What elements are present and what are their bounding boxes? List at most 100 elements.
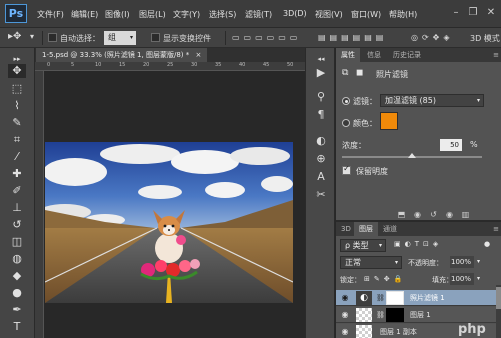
panel-dock-strip: ◂◂ ▶ ⚲ ¶ ◐ ⊕ A ✂ <box>305 48 335 338</box>
distribute-icons[interactable]: ▤▤▤▤▤▤ <box>318 33 387 42</box>
auto-select-checkbox[interactable] <box>48 33 57 42</box>
panel-menu-icon[interactable]: ≡ <box>493 48 499 62</box>
play-icon[interactable]: ▶ <box>314 66 328 80</box>
eye-icon[interactable]: ◉ <box>340 293 350 303</box>
chevron-down-icon[interactable]: ▾ <box>477 258 480 265</box>
layer-name: 图层 1 <box>410 311 431 319</box>
layer-row[interactable]: ◉ ⛓ 图层 1 <box>336 307 496 323</box>
menu-type[interactable]: 文字(Y) <box>173 9 200 20</box>
eyedropper-tool-icon[interactable]: ⁄ <box>8 150 26 164</box>
paragraph-icon[interactable]: ¶ <box>314 108 328 122</box>
tab-info[interactable]: 信息 <box>362 48 386 62</box>
color-radio[interactable] <box>342 119 350 127</box>
menu-3d[interactable]: 3D(D) <box>283 9 307 18</box>
menu-view[interactable]: 视图(V) <box>315 9 343 20</box>
menu-file[interactable]: 文件(F) <box>37 9 64 20</box>
tab-properties[interactable]: 属性 <box>336 48 360 62</box>
menu-filter[interactable]: 滤镜(T) <box>245 9 272 20</box>
move-tool-icon[interactable]: ▸✥ <box>8 31 21 42</box>
tab-layers[interactable]: 图层 <box>354 222 378 236</box>
mask-thumbnail[interactable] <box>386 291 404 305</box>
filter-value: 加温滤镜 (85) <box>385 96 436 105</box>
fill-input[interactable]: 100% <box>450 273 474 285</box>
layers-scrollbar[interactable] <box>496 285 501 338</box>
dock-collapse-icon[interactable]: ◂◂ <box>314 52 328 66</box>
ruler-label: 40 <box>239 62 246 68</box>
tool-presets-icon[interactable]: ✂ <box>314 188 328 202</box>
color-swatch[interactable] <box>380 112 398 130</box>
pen-tool-icon[interactable]: ✒ <box>8 303 26 317</box>
view-previous-icon[interactable]: ◉ <box>412 210 423 219</box>
link-icon[interactable]: ⛓ <box>376 308 385 322</box>
close-icon[interactable]: ✕ <box>484 7 498 19</box>
density-slider-thumb[interactable] <box>408 153 416 158</box>
blur-tool-icon[interactable]: ◆ <box>8 269 26 283</box>
brush-settings-icon[interactable]: ⚲ <box>314 90 328 104</box>
filter-toggle-icon[interactable]: ● <box>484 240 490 248</box>
eraser-tool-icon[interactable]: ◫ <box>8 235 26 249</box>
layer-kind-filter[interactable]: ρ 类型 ▾ <box>340 239 386 252</box>
delete-icon[interactable]: ▥ <box>460 210 471 219</box>
ruler-label: 35 <box>215 62 222 68</box>
eye-icon[interactable]: ◉ <box>340 310 350 320</box>
adjustments-icon[interactable]: ◐ <box>314 134 328 148</box>
crop-tool-icon[interactable]: ⌗ <box>8 133 26 147</box>
tab-history[interactable]: 历史记录 <box>388 48 426 62</box>
vertical-ruler <box>35 71 44 338</box>
mask-icon: ◼ <box>356 68 364 78</box>
menu-window[interactable]: 窗口(W) <box>351 9 381 20</box>
type-tool-icon[interactable]: T <box>8 320 26 334</box>
clone-stamp-tool-icon[interactable]: ⊥ <box>8 201 26 215</box>
document-tab[interactable]: 1-5.psd @ 33.3% (照片滤镜 1, 图层蒙版/8) * × <box>36 48 208 62</box>
show-transform-label: 显示变换控件 <box>163 34 211 43</box>
tool-preset-arrow-icon[interactable]: ▾ <box>30 32 34 41</box>
align-icons[interactable]: ▭▭▭▭▭▭ <box>232 33 301 42</box>
chevron-down-icon[interactable]: ▾ <box>477 275 480 282</box>
healing-brush-tool-icon[interactable]: ✚ <box>8 167 26 181</box>
move-tool-icon[interactable]: ✥ <box>8 64 26 78</box>
filter-dropdown[interactable]: 加温滤镜 (85) ▾ <box>380 94 484 107</box>
history-brush-tool-icon[interactable]: ↺ <box>8 218 26 232</box>
lasso-tool-icon[interactable]: ⌇ <box>8 99 26 113</box>
menu-layer[interactable]: 图层(L) <box>139 9 166 20</box>
paint-bucket-tool-icon[interactable]: ◍ <box>8 252 26 266</box>
density-input[interactable]: 50 <box>440 139 462 151</box>
quick-select-tool-icon[interactable]: ✎ <box>8 116 26 130</box>
link-icon[interactable]: ⛓ <box>376 291 385 305</box>
tab-channels[interactable]: 通道 <box>378 222 402 236</box>
dodge-tool-icon[interactable]: ● <box>8 286 26 300</box>
close-icon[interactable]: × <box>195 51 201 59</box>
blend-mode-dropdown[interactable]: 正常 ▾ <box>340 256 402 269</box>
eye-icon[interactable]: ◉ <box>340 327 350 337</box>
scrollbar-thumb[interactable] <box>496 287 501 309</box>
clone-source-icon[interactable]: ⊕ <box>314 152 328 166</box>
menu-bar: Ps 文件(F) 编辑(E) 图像(I) 图层(L) 文字(Y) 选择(S) 滤… <box>0 0 501 28</box>
horizontal-ruler: 0 5 10 15 20 25 30 35 40 45 50 <box>35 62 305 71</box>
reset-icon[interactable]: ↺ <box>428 210 439 219</box>
layer-filter-icons[interactable]: ▣◐T⊡◈ <box>394 240 442 248</box>
menu-image[interactable]: 图像(I) <box>105 9 130 20</box>
restore-icon[interactable]: ❐ <box>466 7 480 19</box>
tab-3d[interactable]: 3D <box>336 222 356 236</box>
menu-help[interactable]: 帮助(H) <box>389 9 417 20</box>
auto-select-dropdown[interactable]: 组 ▾ <box>104 31 136 45</box>
3d-tool-icons[interactable]: ◎⟳✥◈ <box>411 33 454 42</box>
brush-tool-icon[interactable]: ✐ <box>8 184 26 198</box>
visibility-icon[interactable]: ◉ <box>444 210 455 219</box>
opacity-input[interactable]: 100% <box>450 256 474 268</box>
preserve-luminosity-label: 保留明度 <box>356 167 388 176</box>
minimize-icon[interactable]: – <box>449 7 463 19</box>
layer-name: 图层 1 副本 <box>380 328 417 336</box>
layer-row[interactable]: ◉ ◐ ⛓ 照片滤镜 1 <box>336 290 496 306</box>
marquee-tool-icon[interactable]: ⬚ <box>8 82 26 96</box>
canvas-image[interactable] <box>45 142 293 303</box>
lock-icons[interactable]: ⊞✎✥🔒 <box>364 275 406 283</box>
panel-menu-icon[interactable]: ≡ <box>493 222 499 236</box>
filter-radio[interactable] <box>342 97 350 105</box>
character-icon[interactable]: A <box>314 170 328 184</box>
clip-to-layer-icon[interactable]: ⬒ <box>396 210 407 219</box>
menu-select[interactable]: 选择(S) <box>209 9 236 20</box>
mask-thumbnail[interactable] <box>386 308 404 322</box>
show-transform-checkbox[interactable] <box>151 33 160 42</box>
menu-edit[interactable]: 编辑(E) <box>71 9 98 20</box>
